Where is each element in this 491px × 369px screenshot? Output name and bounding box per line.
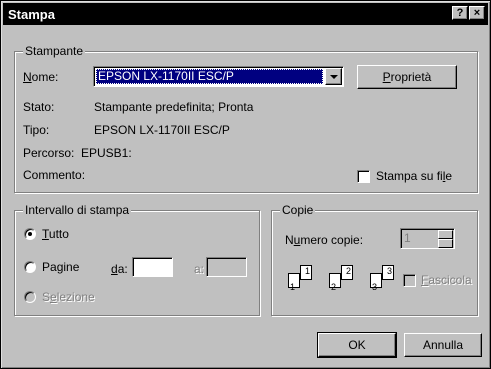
properties-button[interactable]: Proprietà <box>357 65 457 89</box>
range-pages-radio[interactable] <box>24 261 36 273</box>
range-all-label[interactable]: Tutto <box>42 227 69 241</box>
print-to-file-checkbox[interactable] <box>357 170 370 183</box>
to-page-input[interactable] <box>206 257 247 277</box>
comment-label: Commento: <box>23 168 86 182</box>
printer-group-label: Stampante <box>23 44 86 58</box>
collate-checkbox[interactable] <box>403 274 416 287</box>
range-selection-label[interactable]: Selezione <box>42 290 95 304</box>
copies-count-value: 1 <box>404 231 411 245</box>
to-label: a: <box>194 262 205 276</box>
chevron-down-icon[interactable] <box>325 68 342 85</box>
status-value: Stampante predefinita; Pronta <box>94 100 254 114</box>
dialog-title: Stampa <box>8 7 55 22</box>
page-icon-front-1: 1 <box>300 265 312 280</box>
page-icon-back-3: 3 <box>370 273 382 292</box>
page-icon-back-2: 2 <box>329 273 341 292</box>
path-label: Percorso: <box>23 146 75 160</box>
print-range-group-label: Intervallo di stampa <box>23 203 132 217</box>
collate-label[interactable]: Fascicola <box>421 273 472 287</box>
page-icon-back-1: 1 <box>288 273 300 292</box>
printer-name-value: EPSON LX-1170II ESC/P <box>96 69 323 84</box>
from-label: da: <box>111 262 128 276</box>
page-icon-front-2: 2 <box>341 265 353 280</box>
help-button[interactable]: ? <box>452 6 468 20</box>
copies-count-spinner[interactable]: 1 <box>400 228 455 249</box>
range-all-radio[interactable] <box>24 228 36 240</box>
copies-group: Copie <box>271 203 478 316</box>
spin-down-icon[interactable] <box>438 239 453 248</box>
range-pages-label[interactable]: Pagine <box>42 260 79 274</box>
range-selection-radio[interactable] <box>24 291 36 303</box>
type-value: EPSON LX-1170II ESC/P <box>94 123 230 137</box>
type-label: Tipo: <box>23 123 50 137</box>
spin-up-icon[interactable] <box>438 230 453 239</box>
title-bar[interactable]: Stampa ? × <box>3 3 488 25</box>
printer-name-select[interactable]: EPSON LX-1170II ESC/P <box>93 66 344 87</box>
from-page-input[interactable] <box>132 257 173 277</box>
close-button[interactable]: × <box>469 6 485 20</box>
page-icon-front-3: 3 <box>382 265 394 280</box>
print-dialog: Stampa ? × Stampante Nome: EPSON LX-1170… <box>0 0 491 369</box>
print-to-file-label[interactable]: Stampa su file <box>376 169 452 183</box>
copies-group-label: Copie <box>280 203 316 217</box>
ok-button[interactable]: OK <box>317 332 397 358</box>
status-label: Stato: <box>23 100 55 114</box>
copies-count-label: Numero copie: <box>285 233 364 247</box>
path-value: EPUSB1: <box>81 146 132 160</box>
printer-name-label: Nome: <box>23 70 59 84</box>
cancel-button[interactable]: Annulla <box>404 333 482 357</box>
